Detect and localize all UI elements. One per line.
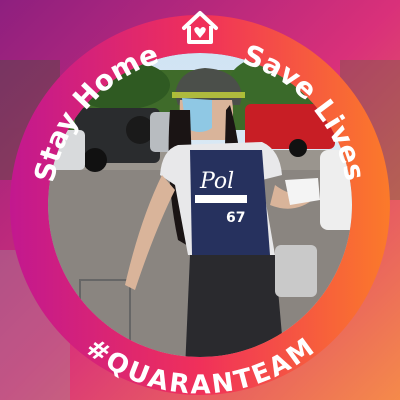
- svg-text:Pol: Pol: [199, 169, 234, 194]
- frame-svg: Pol 67 Stay Home Save Lives #QUARANTEAM: [0, 0, 400, 400]
- svg-text:67: 67: [226, 210, 245, 226]
- profile-picture-frame: Pol 67 Stay Home Save Lives #QUARANTEAM: [0, 0, 400, 400]
